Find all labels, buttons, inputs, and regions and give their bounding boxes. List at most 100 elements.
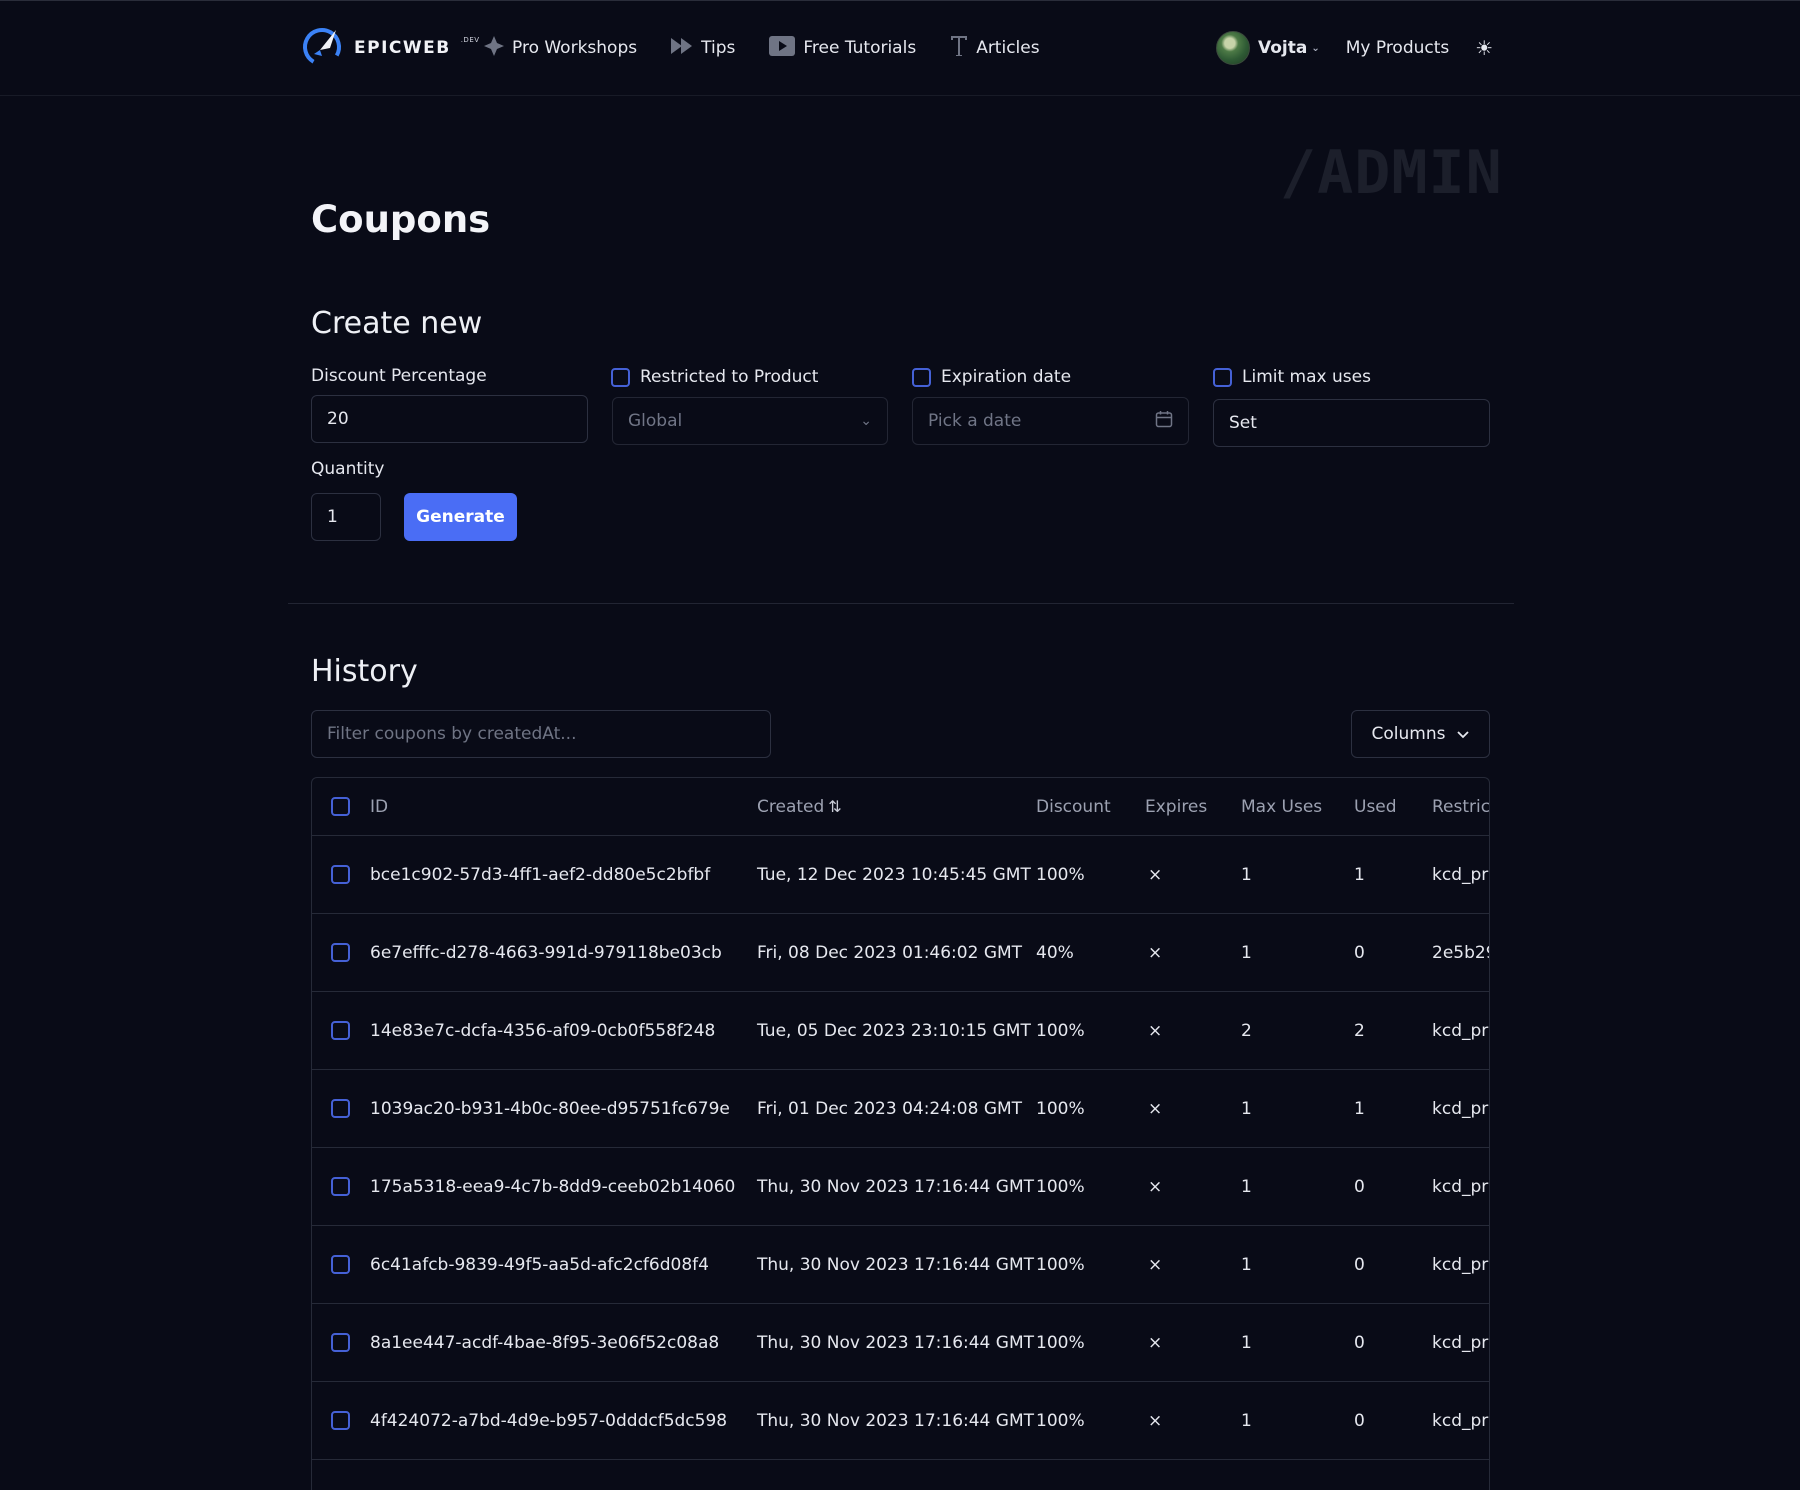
quantity-input[interactable]: 1 [311, 493, 381, 541]
columns-label: Columns [1371, 724, 1446, 744]
max-uses-value: Set [1229, 413, 1257, 433]
expiration-field: Expiration date [912, 367, 1071, 387]
select-all-cell [331, 778, 350, 835]
discount-label-text: Discount Percentage [311, 366, 487, 386]
expiration-label: Expiration date [941, 367, 1072, 387]
cell-id: 175a5318-eea9-4c7b-8dd9-ceeb02b14060 [370, 1176, 736, 1197]
cell-restricted: kcd_pr [1432, 1332, 1489, 1353]
cell-used: 1 [1354, 1098, 1365, 1119]
close-icon: × [1148, 1098, 1163, 1119]
restricted-product-field: Restricted to Product [611, 367, 818, 387]
row-select-cell [331, 1304, 350, 1381]
header-created[interactable]: Created ⇅ [757, 778, 842, 835]
row-select-cell [331, 1070, 350, 1147]
brand-logo-link[interactable]: EPICWEB .DEV [300, 1, 480, 95]
cell-restricted: kcd_pr [1432, 1410, 1489, 1431]
cell-discount: 100% [1036, 864, 1085, 885]
nav-tips[interactable]: Tips [671, 37, 735, 60]
sun-icon[interactable]: ☀ [1475, 36, 1493, 60]
chevron-down-icon: ⌄ [1311, 42, 1320, 54]
close-icon: × [1148, 942, 1163, 963]
cell-used: 0 [1354, 1254, 1365, 1275]
limit-max-uses-field: Limit max uses [1213, 367, 1371, 387]
cell-created: Fri, 08 Dec 2023 01:46:02 GMT [757, 942, 1023, 963]
user-name: Vojta [1258, 38, 1308, 58]
top-nav-bar: EPICWEB .DEV Pro Workshops Tips Free Tut… [0, 0, 1800, 96]
cell-created: Thu, 30 Nov 2023 17:16:44 GMT [757, 1254, 1035, 1275]
cell-max-uses: 1 [1241, 864, 1252, 885]
row-checkbox[interactable] [331, 943, 350, 962]
row-checkbox[interactable] [331, 1177, 350, 1196]
row-checkbox[interactable] [331, 865, 350, 884]
filter-placeholder: Filter coupons by createdAt... [327, 724, 577, 744]
sparkle-icon [484, 35, 504, 61]
cell-discount: 100% [1036, 1254, 1085, 1275]
restricted-product-checkbox[interactable] [611, 367, 630, 387]
discount-label: Discount Percentage [311, 366, 487, 386]
row-checkbox[interactable] [331, 1333, 350, 1352]
discount-input[interactable]: 20 [311, 395, 588, 443]
limit-max-uses-checkbox[interactable] [1213, 367, 1232, 387]
close-icon: × [1148, 1020, 1163, 1041]
max-uses-input[interactable]: Set [1213, 399, 1490, 447]
brand-suffix: .DEV [460, 36, 480, 44]
my-products-link[interactable]: My Products [1346, 38, 1450, 58]
admin-watermark: /ADMIN [1280, 138, 1503, 208]
nav-articles[interactable]: Articles [950, 35, 1040, 62]
date-picker-input[interactable]: Pick a date [912, 397, 1189, 445]
header-max-uses: Max Uses [1241, 796, 1323, 817]
expiration-checkbox[interactable] [912, 367, 931, 387]
close-icon: × [1148, 1332, 1163, 1353]
nav-free-tutorials[interactable]: Free Tutorials [769, 35, 916, 61]
chevron-down-icon [1457, 724, 1470, 744]
cell-used: 0 [1354, 942, 1365, 963]
nav-link-label: Pro Workshops [512, 38, 638, 58]
generate-button[interactable]: Generate [404, 493, 517, 541]
table-header-row: ID Created ⇅ Discount Expires Max Uses U… [312, 778, 1489, 836]
main-nav: Pro Workshops Tips Free Tutorials Articl… [484, 1, 1040, 95]
row-checkbox[interactable] [331, 1021, 350, 1040]
columns-button[interactable]: Columns [1351, 710, 1490, 758]
row-checkbox[interactable] [331, 1099, 350, 1118]
filter-coupons-input[interactable]: Filter coupons by createdAt... [311, 710, 771, 758]
row-select-cell [331, 914, 350, 991]
user-menu[interactable]: Vojta ⌄ [1216, 31, 1320, 65]
cell-used: 0 [1354, 1176, 1365, 1197]
table-row: 175a5318-eea9-4c7b-8dd9-ceeb02b14060 Thu… [312, 1148, 1489, 1226]
avatar [1216, 31, 1250, 65]
cell-max-uses: 1 [1241, 1410, 1252, 1431]
cell-discount: 40% [1036, 942, 1074, 963]
close-icon: × [1148, 1176, 1163, 1197]
cell-max-uses: 1 [1241, 1098, 1252, 1119]
select-all-checkbox[interactable] [331, 797, 350, 816]
product-select-value: Global [628, 411, 683, 431]
close-icon: × [1148, 864, 1163, 885]
row-select-cell [331, 1382, 350, 1459]
cell-id: 8a1ee447-acdf-4bae-8f95-3e06f52c08a8 [370, 1332, 720, 1353]
table-row: 6c41afcb-9839-49f5-aa5d-afc2cf6d08f4 Thu… [312, 1226, 1489, 1304]
header-created-label: Created [757, 796, 825, 817]
row-checkbox[interactable] [331, 1255, 350, 1274]
product-select[interactable]: Global ⌄ [612, 397, 888, 445]
row-checkbox[interactable] [331, 1411, 350, 1430]
cell-max-uses: 1 [1241, 1254, 1252, 1275]
row-select-cell [331, 1460, 350, 1490]
cell-discount: 100% [1036, 1410, 1085, 1431]
table-row: 8a1ee447-acdf-4bae-8f95-3e06f52c08a8 Thu… [312, 1304, 1489, 1382]
table-row: 4f424072-a7bd-4d9e-b957-0dddcf5dc598 Thu… [312, 1382, 1489, 1460]
table-row: 1039ac20-b931-4b0c-80ee-d95751fc679e Fri… [312, 1070, 1489, 1148]
cell-restricted: kcd_pr [1432, 864, 1489, 885]
cell-id: 1039ac20-b931-4b0c-80ee-d95751fc679e [370, 1098, 730, 1119]
header-used: Used [1354, 796, 1397, 817]
cell-restricted: kcd_pr [1432, 1020, 1489, 1041]
create-new-heading: Create new [311, 306, 483, 341]
cell-discount: 100% [1036, 1020, 1085, 1041]
chevron-down-icon: ⌄ [860, 413, 872, 429]
cell-id: bce1c902-57d3-4ff1-aef2-dd80e5c2bfbf [370, 864, 711, 885]
fast-forward-icon [671, 37, 693, 60]
sort-icon[interactable]: ⇅ [828, 797, 841, 816]
cell-used: 0 [1354, 1410, 1365, 1431]
row-select-cell [331, 992, 350, 1069]
cell-used: 1 [1354, 864, 1365, 885]
nav-pro-workshops[interactable]: Pro Workshops [484, 35, 638, 61]
